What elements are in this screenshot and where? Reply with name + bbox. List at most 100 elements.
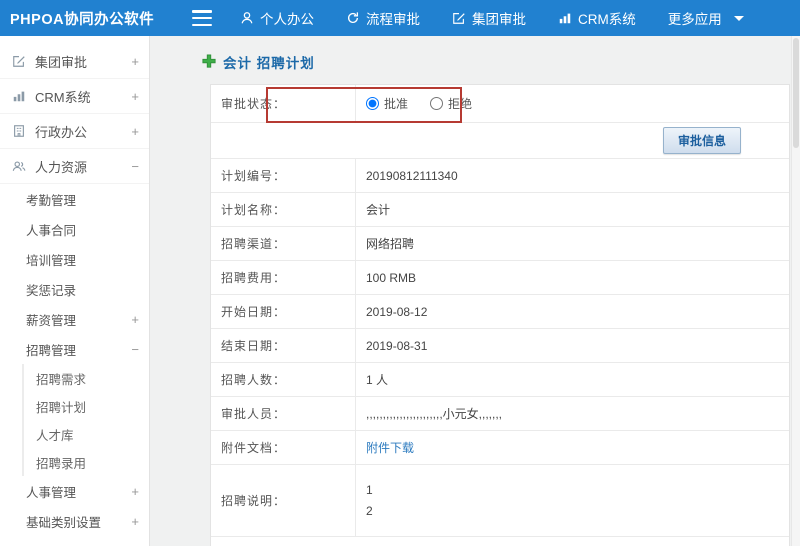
field-value-cell: 附件下载: [356, 431, 789, 464]
sidebar-item-label: 培训管理: [26, 253, 77, 268]
page-title: 会计 招聘计划: [223, 56, 315, 71]
sidebar-item-recruit-demand[interactable]: 招聘需求: [22, 364, 149, 392]
field-value: 会计: [366, 203, 391, 217]
description-line: 2: [366, 504, 373, 518]
sidebar-item-label: 基础类别设置: [26, 515, 102, 530]
add-plus-icon: [202, 53, 216, 71]
sidebar-item-label: 考勤管理: [26, 193, 77, 208]
field-label: 开始日期：: [211, 295, 356, 328]
sidebar-item-hr-contract[interactable]: 人事合同: [0, 214, 149, 244]
nav-label: CRM系统: [578, 12, 636, 27]
field-label: 招聘渠道：: [211, 227, 356, 260]
field-value: 1 人: [366, 373, 389, 387]
sidebar-item-recruit-plan[interactable]: 招聘计划: [22, 392, 149, 420]
approval-status-row: 审批状态： 批准 拒绝: [211, 85, 789, 123]
field-value: 网络招聘: [366, 237, 415, 251]
field-value: 100 RMB: [366, 270, 417, 285]
nav-label: 集团审批: [472, 12, 526, 27]
nav-group-approval[interactable]: 集团审批: [452, 8, 526, 28]
sidebar-item-label: 招聘录用: [36, 456, 87, 471]
bar-chart-icon: [12, 89, 28, 103]
expand-toggle[interactable]: +: [125, 89, 139, 104]
app-brand: PHPOA协同办公软件: [10, 11, 155, 28]
topbar: PHPOA协同办公软件 个人办公 流程审批 集团审批 CRM系统 更多应用: [0, 0, 800, 36]
people-icon: [12, 159, 28, 173]
main-content: 会计 招聘计划 审批状态： 批准 拒绝 审批信息 计划编号： 201908121…: [150, 36, 800, 546]
field-label: 招聘说明：: [211, 465, 356, 536]
field-value-cell: 1 2: [356, 465, 789, 536]
sidebar-item-hr[interactable]: 人力资源 −: [0, 149, 149, 184]
sidebar-item-recruit-hire[interactable]: 招聘录用: [22, 448, 149, 476]
sidebar-item-attendance[interactable]: 考勤管理: [0, 184, 149, 214]
row-start-date: 开始日期： 2019-08-12: [211, 295, 789, 329]
radio-reject[interactable]: 拒绝: [430, 95, 472, 112]
collapse-toggle[interactable]: −: [125, 159, 139, 174]
nav-label: 个人办公: [260, 12, 314, 27]
recruit-plan-detail-table: 审批状态： 批准 拒绝 审批信息 计划编号： 20190812111340 计划…: [210, 84, 790, 546]
radio-approve-input[interactable]: [366, 97, 379, 110]
sidebar-item-base-category[interactable]: 基础类别设置 +: [0, 506, 149, 536]
collapse-toggle[interactable]: −: [125, 342, 139, 357]
edit-icon: [452, 11, 466, 25]
sidebar-item-training[interactable]: 培训管理: [0, 244, 149, 274]
sidebar-item-document-mgmt[interactable]: 公文管理 +: [0, 536, 149, 546]
sidebar-item-label: 薪资管理: [26, 313, 77, 328]
description-line: 1: [366, 483, 373, 497]
row-headcount: 招聘人数： 1 人: [211, 363, 789, 397]
menu-toggle-icon[interactable]: [192, 10, 212, 26]
approval-radio-group: 批准 拒绝: [356, 85, 789, 122]
field-value: 2019-08-31: [366, 338, 428, 353]
sidebar-item-personnel-mgmt[interactable]: 人事管理 +: [0, 476, 149, 506]
row-end-date: 结束日期： 2019-08-31: [211, 329, 789, 363]
expand-toggle[interactable]: +: [125, 514, 139, 529]
workflow-icon: [346, 11, 360, 25]
page-scrollbar[interactable]: [791, 36, 800, 546]
field-label: 招聘费用：: [211, 261, 356, 294]
top-nav: 个人办公 流程审批 集团审批 CRM系统 更多应用: [240, 8, 744, 28]
field-label: 结束日期：: [211, 329, 356, 362]
field-label: 招聘人数：: [211, 363, 356, 396]
field-label: 计划名称：: [211, 193, 356, 226]
nav-personal-office[interactable]: 个人办公: [240, 8, 314, 28]
bar-chart-icon: [558, 11, 572, 25]
radio-approve-label: 批准: [384, 97, 409, 111]
expand-toggle[interactable]: +: [125, 54, 139, 69]
radio-reject-label: 拒绝: [448, 97, 473, 111]
sidebar-item-label: 人才库: [36, 428, 74, 443]
nav-label: 更多应用: [667, 12, 722, 27]
edit-icon: [12, 54, 28, 68]
sidebar-item-label: 招聘管理: [26, 343, 77, 358]
sidebar-item-label: 人事管理: [26, 485, 77, 500]
approval-status-label: 审批状态：: [211, 85, 356, 122]
sidebar-item-label: 招聘需求: [36, 372, 87, 387]
sidebar-item-recruit-mgmt[interactable]: 招聘管理 −: [0, 334, 149, 364]
sidebar-item-label: 集团审批: [35, 54, 88, 70]
sidebar-item-talent-pool[interactable]: 人才库: [22, 420, 149, 448]
sidebar-item-group-approval[interactable]: 集团审批 +: [0, 44, 149, 79]
sidebar-item-label: 奖惩记录: [26, 283, 77, 298]
sidebar-item-label: 行政办公: [35, 124, 88, 140]
sidebar-item-label: CRM系统: [35, 89, 91, 105]
sidebar-item-rewards[interactable]: 奖惩记录: [0, 274, 149, 304]
row-recruit-cost: 招聘费用： 100 RMB: [211, 261, 789, 295]
sidebar-item-crm[interactable]: CRM系统 +: [0, 79, 149, 114]
radio-reject-input[interactable]: [430, 97, 444, 110]
nav-more-apps[interactable]: 更多应用: [668, 8, 744, 28]
approval-info-button[interactable]: 审批信息: [662, 127, 741, 154]
radio-approve[interactable]: 批准: [366, 95, 408, 112]
nav-crm-system[interactable]: CRM系统: [558, 8, 636, 28]
expand-toggle[interactable]: +: [125, 312, 139, 327]
nav-label: 流程审批: [366, 12, 420, 27]
expand-toggle[interactable]: +: [125, 484, 139, 499]
row-plan-name: 计划名称： 会计: [211, 193, 789, 227]
attachment-download-link[interactable]: 附件下载: [366, 439, 414, 456]
sidebar-item-admin-office[interactable]: 行政办公 +: [0, 114, 149, 149]
approval-button-row: 审批信息: [211, 123, 789, 159]
nav-workflow-approval[interactable]: 流程审批: [346, 8, 420, 28]
field-value: ,,,,,,,,,,,,,,,,,,,,,,,小元女,,,,,,,: [366, 407, 503, 421]
scrollbar-thumb[interactable]: [793, 38, 799, 148]
expand-toggle[interactable]: +: [125, 124, 139, 139]
sidebar-item-salary[interactable]: 薪资管理 +: [0, 304, 149, 334]
table-filler-row: [211, 537, 789, 546]
row-approvers: 审批人员： ,,,,,,,,,,,,,,,,,,,,,,,小元女,,,,,,,: [211, 397, 789, 431]
